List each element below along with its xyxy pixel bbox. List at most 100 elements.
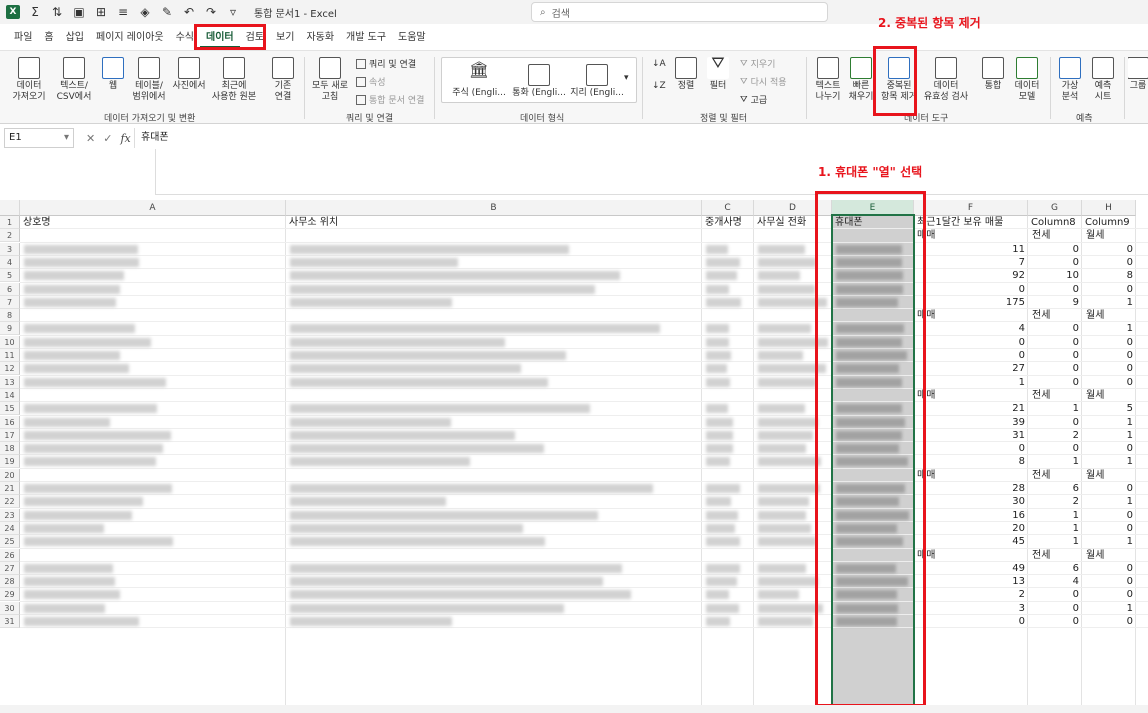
flash-fill-button[interactable]: 빠른 채우기	[846, 57, 876, 103]
row-header[interactable]: 29	[0, 588, 20, 602]
data-cell[interactable]: 1	[1082, 416, 1136, 429]
data-cell[interactable]: 10	[1028, 269, 1082, 282]
refresh-all-button[interactable]: 모두 새로 고침	[310, 57, 350, 103]
insert-function-button[interactable]: fx	[120, 132, 130, 145]
header-cell-b[interactable]: 사무소 위치	[286, 216, 702, 229]
data-cell[interactable]: 매매	[914, 229, 1028, 242]
data-cell[interactable]: 9	[1028, 296, 1082, 309]
data-cell[interactable]: 0	[1082, 256, 1136, 269]
column-header-h[interactable]: H	[1082, 200, 1136, 216]
row-header[interactable]: 27	[0, 561, 20, 575]
tab-3[interactable]: 페이지 레이아웃	[90, 28, 170, 48]
data-cell[interactable]: 0	[1028, 588, 1082, 601]
data-cell[interactable]: 1	[1028, 522, 1082, 535]
data-cell[interactable]: 1	[1082, 429, 1136, 442]
data-model-button[interactable]: 데이터 모델	[1010, 57, 1044, 103]
data-cell[interactable]: 45	[914, 535, 1028, 548]
data-cell[interactable]: 1	[1028, 509, 1082, 522]
data-cell[interactable]: 0	[1028, 376, 1082, 389]
data-types-dropdown[interactable]: ▾	[624, 73, 629, 83]
sort-icon[interactable]: ⇅	[50, 5, 64, 19]
data-cell[interactable]: 0	[1082, 522, 1136, 535]
row-header[interactable]: 9	[0, 322, 20, 336]
tab-1[interactable]: 홈	[38, 28, 59, 48]
data-validation-button[interactable]: 데이터 유효성 검사	[920, 57, 972, 103]
data-cell[interactable]: 0	[1082, 376, 1136, 389]
data-cell[interactable]: 6	[1028, 562, 1082, 575]
data-cell[interactable]: 8	[1082, 269, 1136, 282]
data-cell[interactable]: 2	[1028, 495, 1082, 508]
data-cell[interactable]: 1	[1028, 455, 1082, 468]
redo-icon[interactable]: ↷	[204, 5, 218, 19]
data-cell[interactable]: 13	[914, 575, 1028, 588]
data-cell[interactable]: 매매	[914, 389, 1028, 402]
data-cell[interactable]: 0	[1082, 575, 1136, 588]
data-cell[interactable]: 1	[1082, 495, 1136, 508]
data-cell[interactable]: 전세	[1028, 389, 1082, 402]
queries-connections-button[interactable]: 쿼리 및 연결	[356, 57, 416, 70]
data-cell[interactable]: 31	[914, 429, 1028, 442]
data-cell[interactable]: 20	[914, 522, 1028, 535]
data-cell[interactable]: 49	[914, 562, 1028, 575]
row-header[interactable]: 26	[0, 548, 20, 562]
row-header[interactable]: 16	[0, 415, 20, 429]
data-cell[interactable]: 8	[914, 455, 1028, 468]
row-header[interactable]: 12	[0, 362, 20, 376]
data-cell[interactable]: 4	[1028, 575, 1082, 588]
data-cell[interactable]: 4	[914, 322, 1028, 335]
data-cell[interactable]: 2	[1028, 429, 1082, 442]
workbook-links-button[interactable]: 통합 문서 연결	[356, 93, 424, 106]
sort-button[interactable]: 정렬	[672, 57, 700, 92]
row-header[interactable]: 13	[0, 375, 20, 389]
row-header[interactable]: 15	[0, 402, 20, 416]
column-header-c[interactable]: C	[702, 200, 754, 216]
row-header[interactable]: 24	[0, 521, 20, 535]
text-csv-button[interactable]: 텍스트/ CSV에서	[54, 57, 94, 103]
undo-icon[interactable]: ↶	[182, 5, 196, 19]
data-cell[interactable]: 0	[1082, 362, 1136, 375]
fill-color-icon[interactable]: ◈	[138, 5, 152, 19]
data-cell[interactable]: 월세	[1082, 309, 1136, 322]
header-cell-g[interactable]: Column8	[1028, 216, 1082, 229]
data-cell[interactable]: 0	[1028, 416, 1082, 429]
data-cell[interactable]: 1	[1028, 402, 1082, 415]
column-header-f[interactable]: F	[914, 200, 1028, 216]
data-cell[interactable]: 1	[1028, 535, 1082, 548]
data-cell[interactable]: 0	[1028, 615, 1082, 628]
column-header-a[interactable]: A	[20, 200, 286, 216]
column-header-b[interactable]: B	[286, 200, 702, 216]
row-header[interactable]: 2	[0, 229, 20, 243]
row-header[interactable]: 19	[0, 455, 20, 469]
data-cell[interactable]: 1	[1082, 602, 1136, 615]
row-header[interactable]: 17	[0, 428, 20, 442]
data-cell[interactable]: 27	[914, 362, 1028, 375]
clear-filter-button[interactable]: ⛛ 지우기	[740, 57, 775, 71]
tab-7[interactable]: 보기	[270, 28, 300, 48]
data-cell[interactable]: 5	[1082, 402, 1136, 415]
row-header[interactable]: 31	[0, 615, 20, 628]
data-cell[interactable]: 0	[914, 349, 1028, 362]
data-cell[interactable]: 1	[1082, 535, 1136, 548]
currency-data-type[interactable]: 통화 (Engli...	[510, 64, 568, 99]
from-table-button[interactable]: 테이블/ 범위에서	[130, 57, 168, 103]
group-button[interactable]: 그룹	[1128, 57, 1148, 92]
data-cell[interactable]: 0	[1082, 562, 1136, 575]
row-header[interactable]: 14	[0, 388, 20, 402]
data-cell[interactable]: 0	[1082, 615, 1136, 628]
tab-9[interactable]: 개발 도구	[340, 28, 392, 48]
autosum-icon[interactable]: Σ	[28, 5, 42, 19]
data-cell[interactable]: 0	[1028, 243, 1082, 256]
row-header[interactable]: 4	[0, 255, 20, 269]
data-cell[interactable]: 0	[1028, 442, 1082, 455]
header-cell-f[interactable]: 최근1달간 보유 매물	[914, 216, 1028, 229]
data-cell[interactable]: 매매	[914, 309, 1028, 322]
enter-icon[interactable]: ✓	[103, 132, 112, 145]
get-data-button[interactable]: 데이터 가져오기	[10, 57, 48, 103]
data-cell[interactable]: 16	[914, 509, 1028, 522]
row-header[interactable]: 28	[0, 575, 20, 589]
data-cell[interactable]: 0	[1082, 588, 1136, 601]
what-if-analysis-button[interactable]: 가상 분석	[1054, 57, 1086, 103]
data-cell[interactable]: 6	[1028, 482, 1082, 495]
data-cell[interactable]: 3	[914, 602, 1028, 615]
data-cell[interactable]: 전세	[1028, 229, 1082, 242]
